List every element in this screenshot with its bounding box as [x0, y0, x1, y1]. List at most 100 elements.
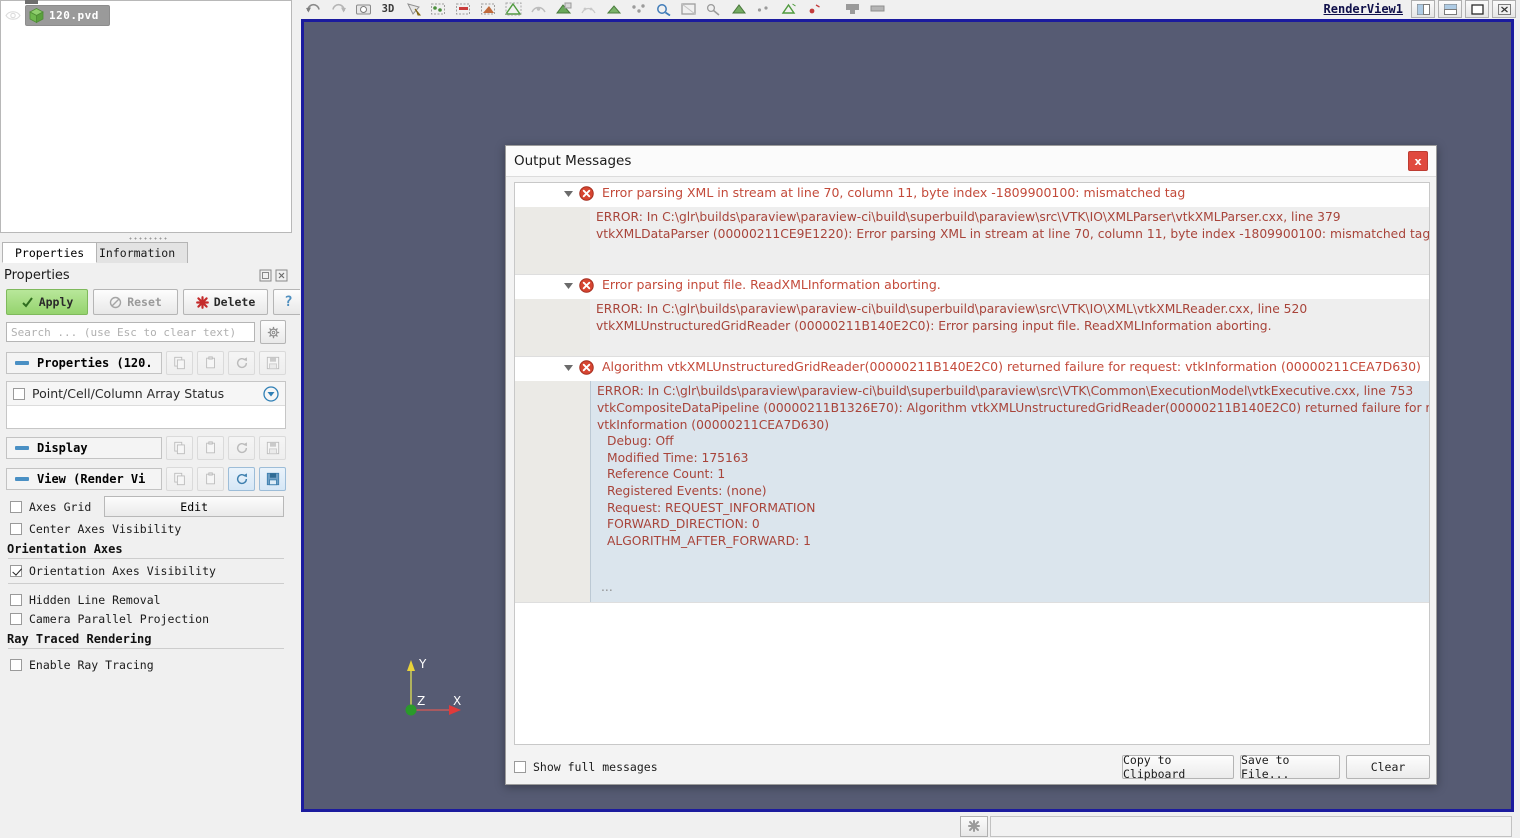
- copy-icon: [173, 441, 187, 455]
- copy-view-button[interactable]: [166, 467, 193, 491]
- restore-display-defaults-button[interactable]: [228, 436, 255, 460]
- array-status-checkbox[interactable]: [13, 388, 25, 400]
- chevron-down-circle-icon[interactable]: [263, 386, 279, 402]
- copy-display-button[interactable]: [166, 436, 193, 460]
- display-group-label: Display: [37, 441, 88, 455]
- redo-camera-icon[interactable]: [327, 1, 349, 18]
- 3d-2d-toggle-icon[interactable]: 3D: [377, 1, 399, 18]
- progress-abort-button[interactable]: [960, 816, 988, 837]
- expander-chevron-down-icon[interactable]: [557, 277, 579, 295]
- detail-body[interactable]: ERROR: In C:\glr\builds\paraview\paravie…: [590, 207, 1430, 274]
- display-group-header[interactable]: Display: [6, 437, 162, 459]
- message-block[interactable]: Error parsing XML in stream at line 70, …: [515, 183, 1429, 275]
- expand-selection-icon[interactable]: [802, 1, 824, 18]
- split-horizontal-button[interactable]: [1411, 0, 1435, 18]
- undock-icon[interactable]: [259, 269, 272, 282]
- clear-button[interactable]: Clear: [1346, 755, 1430, 779]
- select-polygon-cells-icon[interactable]: [752, 1, 774, 18]
- center-axes-visibility-checkbox[interactable]: [10, 523, 22, 535]
- paste-view-button[interactable]: [197, 467, 224, 491]
- apply-button-label: Apply: [39, 295, 74, 309]
- output-messages-dialog[interactable]: Output Messages x Error parsing XML in s…: [505, 145, 1437, 785]
- pipeline-item-selected[interactable]: 120.pvd: [25, 5, 110, 26]
- detail-line: vtkInformation (00000211CEA7D630): [595, 417, 1430, 434]
- message-list[interactable]: Error parsing XML in stream at line 70, …: [514, 182, 1430, 745]
- show-full-messages-checkbox[interactable]: [514, 761, 526, 773]
- pipeline-item[interactable]: 120.pvd: [1, 5, 291, 25]
- close-view-button[interactable]: [1492, 0, 1516, 18]
- restore-view-defaults-button[interactable]: [228, 467, 255, 491]
- detail-body[interactable]: ERROR: In C:\glr\builds\paraview\paravie…: [590, 299, 1429, 356]
- show-full-messages-row[interactable]: Show full messages: [514, 760, 658, 774]
- properties-group-header[interactable]: Properties (120.: [6, 352, 162, 374]
- select-surface-points-icon[interactable]: [427, 1, 449, 18]
- detail-body[interactable]: ERROR: In C:\glr\builds\paraview\paravie…: [590, 381, 1430, 602]
- enable-ray-tracing-checkbox[interactable]: [10, 659, 22, 671]
- select-cells-through-icon[interactable]: [452, 1, 474, 18]
- save-display-defaults-button[interactable]: [259, 436, 286, 460]
- copy-to-clipboard-button[interactable]: Copy to Clipboard: [1122, 755, 1234, 779]
- interactive-select-points-icon[interactable]: [602, 1, 624, 18]
- detail-line: Debug: Off: [595, 433, 1430, 450]
- restore-defaults-button[interactable]: [228, 351, 255, 375]
- close-icon[interactable]: [275, 269, 288, 282]
- select-custom-polygon-icon[interactable]: [652, 1, 674, 18]
- select-surface-cells-icon[interactable]: [402, 1, 424, 18]
- z-axis-label: Z: [417, 694, 425, 708]
- delete-button[interactable]: Delete: [183, 289, 268, 315]
- orientation-axes-visibility-checkbox[interactable]: [10, 565, 22, 577]
- expander-chevron-down-icon[interactable]: [557, 185, 579, 203]
- array-status-list[interactable]: [7, 406, 285, 428]
- reset-button[interactable]: Reset: [93, 289, 178, 315]
- camera-icon[interactable]: [352, 1, 374, 18]
- message-header[interactable]: Error parsing input file. ReadXMLInforma…: [515, 275, 1429, 299]
- undo-camera-icon[interactable]: [302, 1, 324, 18]
- scalar-bar-icon[interactable]: [866, 1, 888, 18]
- message-block[interactable]: Error parsing input file. ReadXMLInforma…: [515, 275, 1429, 357]
- interactive-select-cells-icon[interactable]: [577, 1, 599, 18]
- detail-line: ERROR: In C:\glr\builds\paraview\paravie…: [594, 301, 1429, 318]
- save-to-file-button[interactable]: Save to File...: [1240, 755, 1340, 779]
- array-status-header[interactable]: Point/Cell/Column Array Status: [7, 382, 285, 406]
- array-status-widget: Point/Cell/Column Array Status: [6, 381, 286, 429]
- axes-grid-edit-button[interactable]: Edit: [104, 496, 284, 517]
- maximize-view-button[interactable]: [1465, 0, 1489, 18]
- select-block-icon[interactable]: [502, 1, 524, 18]
- save-view-defaults-button[interactable]: [259, 467, 286, 491]
- pipeline-browser[interactable]: 120.pvd: [0, 0, 292, 233]
- dialog-close-button[interactable]: x: [1408, 151, 1428, 171]
- panel-splitter[interactable]: [128, 236, 168, 241]
- apply-button[interactable]: Apply: [6, 289, 88, 315]
- axes-grid-checkbox[interactable]: [10, 501, 22, 513]
- properties-settings-button[interactable]: [260, 320, 286, 344]
- save-defaults-button[interactable]: [259, 351, 286, 375]
- search-input[interactable]: Search ... (use Esc to clear text): [6, 322, 255, 342]
- camera-parallel-projection-checkbox[interactable]: [10, 613, 22, 625]
- hover-points-icon[interactable]: [552, 1, 574, 18]
- paste-properties-button[interactable]: [197, 351, 224, 375]
- split-vertical-button[interactable]: [1438, 0, 1462, 18]
- copy-properties-button[interactable]: [166, 351, 193, 375]
- hover-cells-icon[interactable]: [527, 1, 549, 18]
- message-block[interactable]: Algorithm vtkXMLUnstructuredGridReader(0…: [515, 357, 1429, 603]
- select-custom-box-icon[interactable]: [627, 1, 649, 18]
- pipeline-drag-handle[interactable]: [25, 0, 38, 4]
- zoom-to-box-icon[interactable]: [677, 1, 699, 18]
- status-message-field: [990, 816, 1512, 837]
- message-header[interactable]: Error parsing XML in stream at line 70, …: [515, 183, 1429, 207]
- hidden-line-removal-checkbox[interactable]: [10, 594, 22, 606]
- tab-properties[interactable]: Properties: [2, 242, 97, 263]
- frustum-points-icon[interactable]: [727, 1, 749, 18]
- eye-icon[interactable]: [5, 9, 21, 22]
- detail-line: vtkCompositeDataPipeline (00000211B1326E…: [595, 400, 1430, 417]
- paste-display-button[interactable]: [197, 436, 224, 460]
- expander-chevron-down-icon[interactable]: [557, 359, 579, 377]
- message-detail: ERROR: In C:\glr\builds\paraview\paravie…: [515, 207, 1429, 274]
- select-polygon-points-icon[interactable]: [777, 1, 799, 18]
- message-header[interactable]: Algorithm vtkXMLUnstructuredGridReader(0…: [515, 357, 1429, 381]
- clear-selection-icon[interactable]: [841, 1, 863, 18]
- select-points-through-icon[interactable]: [477, 1, 499, 18]
- frustum-cells-icon[interactable]: [702, 1, 724, 18]
- tab-information[interactable]: Information: [86, 242, 188, 263]
- view-group-header[interactable]: View (Render Vi: [6, 468, 162, 490]
